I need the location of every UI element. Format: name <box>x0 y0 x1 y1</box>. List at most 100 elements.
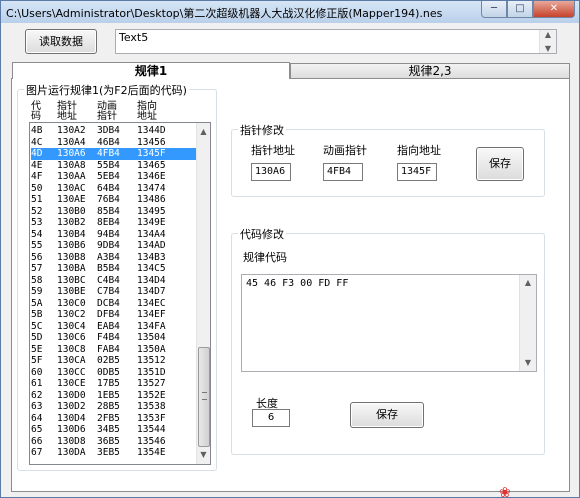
target-addr-field[interactable]: 1345F <box>397 163 437 181</box>
list-item[interactable]: 58 130BC C4B4 134D4 <box>31 275 196 287</box>
header-pointer-addr: 指针 地址 <box>57 101 77 122</box>
list-item-target-addr: 134EF <box>137 309 166 320</box>
list-item-pointer-addr: 130B0 <box>57 205 86 217</box>
list-item[interactable]: 54 130B4 94B4 134A4 <box>31 229 196 241</box>
list-item[interactable]: 5D 130C6 F4B4 13504 <box>31 332 196 344</box>
title-bar[interactable]: C:\Users\Administrator\Desktop\第二次超级机器人大… <box>1 1 579 23</box>
anim-pointer-field[interactable]: 4FB4 <box>323 163 363 181</box>
list-item-target-addr: 1345F <box>137 148 166 159</box>
list-item[interactable]: 5C 130C4 EAB4 134FA <box>31 321 196 333</box>
list-item-code: 4E <box>31 159 43 171</box>
list-item[interactable]: 4D 130A6 4FB4 1345F <box>31 148 196 160</box>
list-item-target-addr: 13527 <box>137 378 166 389</box>
list-item-target-addr: 13486 <box>137 194 166 205</box>
list-item[interactable]: 51 130AE 76B4 13486 <box>31 194 196 206</box>
list-item-anim-pointer: 34B5 <box>97 424 120 435</box>
list-item-pointer-addr: 130C0 <box>57 297 86 309</box>
read-data-button[interactable]: 读取数据 <box>25 29 97 54</box>
list-item-pointer-addr: 130B6 <box>57 240 86 251</box>
tab-rule1[interactable]: 规律1 <box>12 62 290 79</box>
list-item-anim-pointer: 0DB5 <box>97 366 120 378</box>
list-item[interactable]: 59 130BE C7B4 134D7 <box>31 286 196 298</box>
list-item[interactable]: 66 130D8 36B5 13546 <box>31 436 196 448</box>
code-scroll-down-icon[interactable]: ▼ <box>520 355 536 371</box>
list-item-anim-pointer: C7B4 <box>97 286 120 297</box>
close-button[interactable]: ✕ <box>533 1 575 18</box>
list-item[interactable]: 55 130B6 9DB4 134AD <box>31 240 196 252</box>
status-text-area[interactable]: Text5 ▲ ▼ <box>115 29 557 54</box>
code-scroll-up-icon[interactable]: ▲ <box>520 275 536 291</box>
list-item-pointer-addr: 130AA <box>57 171 86 182</box>
list-item-anim-pointer: 94B4 <box>97 228 120 240</box>
header-anim-pointer: 动画 指针 <box>97 101 117 122</box>
list-item-code: 61 <box>31 378 43 389</box>
pointer-addr-field[interactable]: 130A6 <box>251 163 291 181</box>
list-item[interactable]: 61 130CE 17B5 13527 <box>31 378 196 390</box>
list-item[interactable]: 4E 130A8 55B4 13465 <box>31 160 196 172</box>
list-item[interactable]: 5E 130C8 FAB4 1350A <box>31 344 196 356</box>
list-item-code: 5B <box>31 309 43 320</box>
minimize-button[interactable]: ─ <box>481 1 507 18</box>
list-item[interactable]: 52 130B0 85B4 13495 <box>31 206 196 218</box>
list-item[interactable]: 5A 130C0 DCB4 134EC <box>31 298 196 310</box>
list-item-pointer-addr: 130D4 <box>57 412 86 424</box>
flower-icon: ❀ <box>499 485 511 498</box>
list-item-anim-pointer: 76B4 <box>97 194 120 205</box>
listbox-scrollbar[interactable]: ▲ ▼ <box>196 123 210 464</box>
rule-code-textarea[interactable]: 45 46 F3 00 FD FF ▲ ▼ <box>241 274 537 372</box>
list-item-code: 4F <box>31 171 43 182</box>
list-item-anim-pointer: 4FB4 <box>97 148 120 159</box>
code-listbox[interactable]: 4B 130A2 3DB4 1344D 4C 130A4 46B4 13456 4D 130A6 4… <box>29 122 211 465</box>
list-item-target-addr: 13465 <box>137 159 166 171</box>
window-title: C:\Users\Administrator\Desktop\第二次超级机器人大… <box>6 7 443 20</box>
list-item-target-addr: 134B3 <box>137 251 166 263</box>
pointer-save-button[interactable]: 保存 <box>476 147 524 181</box>
list-item-target-addr: 13546 <box>137 435 166 447</box>
list-scroll-thumb[interactable] <box>198 347 210 447</box>
tab-rule23[interactable]: 规律2,3 <box>290 63 570 79</box>
length-field[interactable]: 6 <box>252 409 290 427</box>
list-item-anim-pointer: 28B5 <box>97 401 120 412</box>
list-item-target-addr: 134EC <box>137 297 166 309</box>
list-item[interactable]: 56 130B8 A3B4 134B3 <box>31 252 196 264</box>
list-item-anim-pointer: 17B5 <box>97 378 120 389</box>
list-scroll-down-icon[interactable]: ▼ <box>197 447 210 463</box>
list-item[interactable]: 4B 130A2 3DB4 1344D <box>31 125 196 137</box>
list-scroll-up-icon[interactable]: ▲ <box>197 124 210 140</box>
code-edit-title: 代码修改 <box>238 226 286 242</box>
list-item-code: 64 <box>31 412 43 424</box>
list-item[interactable]: 53 130B2 8EB4 1349E <box>31 217 196 229</box>
list-item-target-addr: 134A4 <box>137 228 166 240</box>
list-item-anim-pointer: DFB4 <box>97 309 120 320</box>
list-item[interactable]: 4F 130AA 5EB4 1346E <box>31 171 196 183</box>
list-item-pointer-addr: 130C8 <box>57 343 86 355</box>
list-item-pointer-addr: 130B8 <box>57 251 86 263</box>
header-code: 代 码 <box>31 101 41 122</box>
list-item[interactable]: 60 130CC 0DB5 1351D <box>31 367 196 379</box>
list-item-pointer-addr: 130D0 <box>57 389 86 401</box>
maximize-button[interactable]: □ <box>507 1 533 18</box>
code-save-button[interactable]: 保存 <box>350 402 424 428</box>
list-item-target-addr: 1354E <box>137 447 166 458</box>
list-item-anim-pointer: 2FB5 <box>97 412 120 424</box>
list-item-target-addr: 13495 <box>137 205 166 217</box>
list-item-target-addr: 13504 <box>137 332 166 343</box>
list-item-pointer-addr: 130B4 <box>57 228 86 240</box>
list-item-pointer-addr: 130BE <box>57 286 86 297</box>
list-item[interactable]: 64 130D4 2FB5 1353F <box>31 413 196 425</box>
list-item[interactable]: 65 130D6 34B5 13544 <box>31 424 196 436</box>
list-item[interactable]: 50 130AC 64B4 13474 <box>31 183 196 195</box>
list-item[interactable]: 62 130D0 1EB5 1352E <box>31 390 196 402</box>
scroll-down-icon[interactable]: ▼ <box>540 41 556 57</box>
list-item[interactable]: 63 130D2 28B5 13538 <box>31 401 196 413</box>
list-item[interactable]: 67 130DA 3EB5 1354E <box>31 447 196 459</box>
tab-rule1-label: 规律1 <box>134 64 168 78</box>
status-text-scrollbar[interactable]: ▲ ▼ <box>539 30 556 53</box>
list-item[interactable]: 4C 130A4 46B4 13456 <box>31 137 196 149</box>
rule-code-scrollbar[interactable]: ▲ ▼ <box>519 275 536 371</box>
list-item[interactable]: 5F 130CA 02B5 13512 <box>31 355 196 367</box>
anim-pointer-label: 动画指针 <box>323 144 367 157</box>
list-item[interactable]: 5B 130C2 DFB4 134EF <box>31 309 196 321</box>
list-item-target-addr: 13512 <box>137 355 166 366</box>
list-item[interactable]: 57 130BA B5B4 134C5 <box>31 263 196 275</box>
